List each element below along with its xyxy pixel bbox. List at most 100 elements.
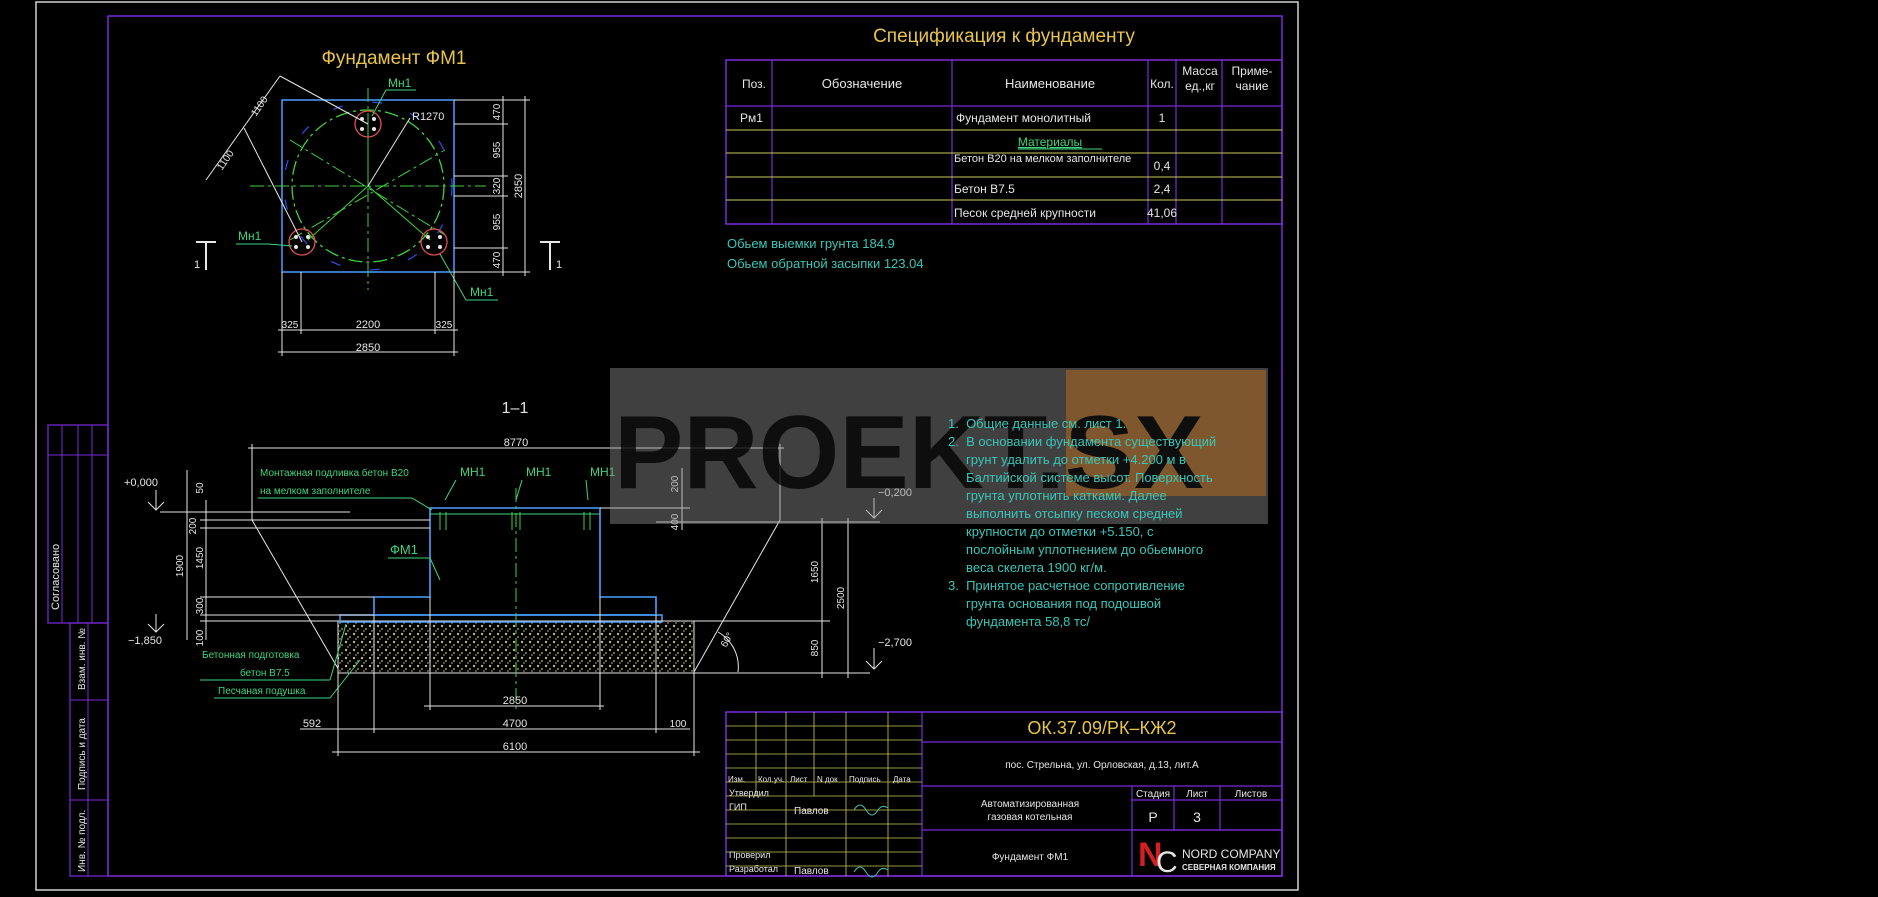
- spec-r3-qty: 0,4: [1154, 159, 1171, 173]
- tb-name-developer: Павлов: [794, 866, 829, 877]
- inv-label: Инв. № подл.: [77, 810, 88, 872]
- section-dim-r3: 1650: [810, 560, 821, 583]
- volume-backfill: Обьем обратной засыпки 123.04: [727, 256, 924, 271]
- spec-title: Спецификация к фундаменту: [873, 26, 1135, 47]
- plan-mn1-top: Мн1: [388, 76, 412, 90]
- spec-r5-name: Песок средней крупности: [954, 206, 1096, 220]
- note-line-3: грунт удалить до отметки +4.200 м в: [948, 452, 1186, 467]
- plan-dim-r5: 470: [492, 251, 503, 268]
- plan-mn1-left: Мн1: [238, 229, 262, 243]
- plan-radius-label: R1270: [412, 111, 444, 123]
- note-line-2: 2. В основании фундамента существующий: [948, 434, 1216, 449]
- tb-role-approved: Утвердил: [729, 788, 769, 798]
- plan-mn1-right: Мн1: [470, 285, 494, 299]
- plan-title: Фундамент ФМ1: [321, 48, 466, 69]
- tb-sheet: 3: [1193, 809, 1201, 825]
- company-name: NORD COMPANY: [1182, 847, 1280, 861]
- note-line-9: веса скелета 1900 кг/м.: [948, 560, 1107, 575]
- section-dim-l1: 50: [195, 482, 206, 494]
- spec-h-note: Приме- чание: [1231, 64, 1273, 93]
- agreed-label: Согласовано: [50, 544, 62, 610]
- section-mn1-1: МН1: [460, 465, 486, 479]
- section-dim-r4: 2500: [836, 586, 847, 609]
- spec-r3-name: Бетон В20 на мелком заполнителе: [954, 154, 1132, 165]
- grout-note-2: на мелком заполнителе: [260, 486, 371, 497]
- section-mn1-2: МН1: [526, 465, 552, 479]
- spec-r2-name: Материалы: [1018, 135, 1082, 149]
- section-mark-left-label: 1: [194, 259, 200, 271]
- plan-dim-b2: 2200: [356, 319, 380, 331]
- spec-r3-name-box: Бетон В20 на мелком заполнителе: [954, 154, 1132, 165]
- tb-col-date: Дата: [893, 775, 911, 784]
- section-dim-top: 8770: [504, 437, 528, 449]
- spec-h-pos: Поз.: [742, 77, 766, 91]
- spec-r1-pos: Рм1: [740, 111, 763, 125]
- tb-sheets-header: Листов: [1235, 789, 1268, 800]
- section-dim-l2: 200: [188, 517, 199, 534]
- drawing-svg: Согласовано Инв. № подл. Подпись и дата …: [35, 1, 1299, 891]
- plan-dim-bottom-total: 2850: [356, 342, 380, 354]
- tb-col-kol: Кол.уч.: [758, 775, 784, 784]
- sand-note: Песчаная подушка: [218, 686, 306, 697]
- section-dim-b2: 592: [303, 718, 321, 730]
- spec-h-qty: Кол.: [1150, 77, 1174, 91]
- note-line-8: послойным уплотнением до обьемного: [948, 542, 1203, 557]
- tb-stage: Р: [1148, 809, 1157, 825]
- plan-dim-r4: 955: [492, 213, 503, 230]
- note-line-12: фундамента 58,8 тс/: [948, 614, 1090, 629]
- spec-r1-qty: 1: [1159, 111, 1166, 125]
- replace-inv-label: Взам. инв. №: [77, 628, 88, 690]
- tb-name-gip: Павлов: [794, 806, 829, 817]
- grout-note-1: Монтажная подливка бетон В20: [260, 467, 409, 479]
- section-dim-l4: 1900: [175, 554, 186, 577]
- section-dim-b5: 6100: [503, 741, 527, 753]
- plan-dim-right-total: 2850: [513, 174, 525, 198]
- tb-col-sign: Подпись: [849, 775, 881, 784]
- level-top: +0,000: [124, 477, 158, 489]
- tb-sheet-title: Фундамент ФМ1: [992, 852, 1069, 863]
- note-line-5: грунта уплотнить катками. Далее: [948, 488, 1167, 503]
- spec-r4-name: Бетон В7.5: [954, 182, 1015, 196]
- note-line-10: 3. Принятое расчетное сопротивление: [948, 578, 1185, 593]
- level-bottom-right: −2,700: [878, 637, 912, 649]
- level-bottom-left: −1,850: [128, 635, 162, 647]
- tb-code: ОК.37.09/РК–КЖ2: [1027, 718, 1176, 738]
- tb-col-list: Лист: [790, 775, 808, 784]
- spec-r5-qty: 41,06: [1147, 206, 1177, 220]
- tb-role-gip: ГИП: [729, 802, 747, 812]
- tb-object-1: Автоматизированная: [981, 799, 1079, 810]
- section-dim-l6: 100: [195, 629, 206, 646]
- plan-dim-b1: 325: [282, 320, 299, 331]
- tb-sheet-header: Лист: [1186, 789, 1208, 800]
- drawing-canvas: Согласовано Инв. № подл. Подпись и дата …: [0, 0, 1878, 892]
- plan-dim-b3: 325: [436, 320, 453, 331]
- volume-excavation: Обьем выемки грунта 184.9: [727, 236, 895, 251]
- note-line-6: выполнить отсыпку песком средней: [948, 506, 1183, 521]
- section-dim-b3: 4700: [503, 718, 527, 730]
- spec-h-mass: Масса ед.,кг: [1182, 64, 1218, 93]
- spec-r4-qty: 2,4: [1154, 182, 1171, 196]
- spec-h-designation: Обозначение: [822, 76, 902, 91]
- note-line-1: 1. Общие данные см. лист 1.: [948, 416, 1126, 431]
- note-line-11: грунта основания под подошвой: [948, 596, 1161, 611]
- spec-h-mass-box: Масса ед.,кг: [1182, 64, 1218, 93]
- tb-role-developed: Разработал: [729, 864, 778, 874]
- tb-col-izm: Изм.: [728, 775, 745, 784]
- note-line-7: крупности до отметки +5.150, с: [948, 524, 1154, 539]
- spec-h-note-box: Приме- чание: [1231, 64, 1273, 93]
- sign-date-label: Подпись и дата: [77, 718, 88, 790]
- tb-object-2: газовая котельная: [988, 812, 1073, 823]
- plan-dim-r3: 320: [492, 177, 503, 194]
- section-dim-b4: 100: [670, 719, 687, 730]
- section-dim-l3: 1450: [195, 546, 206, 569]
- fm-label: ФМ1: [390, 542, 418, 557]
- company-sub: СЕВЕРНАЯ КОМПАНИЯ: [1182, 863, 1276, 872]
- tb-col-ndoc: N док: [817, 775, 838, 784]
- plan-dim-r2: 955: [492, 141, 503, 158]
- section-dim-r5: 850: [810, 639, 821, 656]
- section-mark-right-label: 1: [556, 259, 562, 271]
- section-dim-l5: 300: [195, 597, 206, 614]
- section-title: 1–1: [502, 400, 529, 417]
- spec-h-name: Наименование: [1005, 76, 1095, 91]
- tb-stage-header: Стадия: [1136, 789, 1170, 800]
